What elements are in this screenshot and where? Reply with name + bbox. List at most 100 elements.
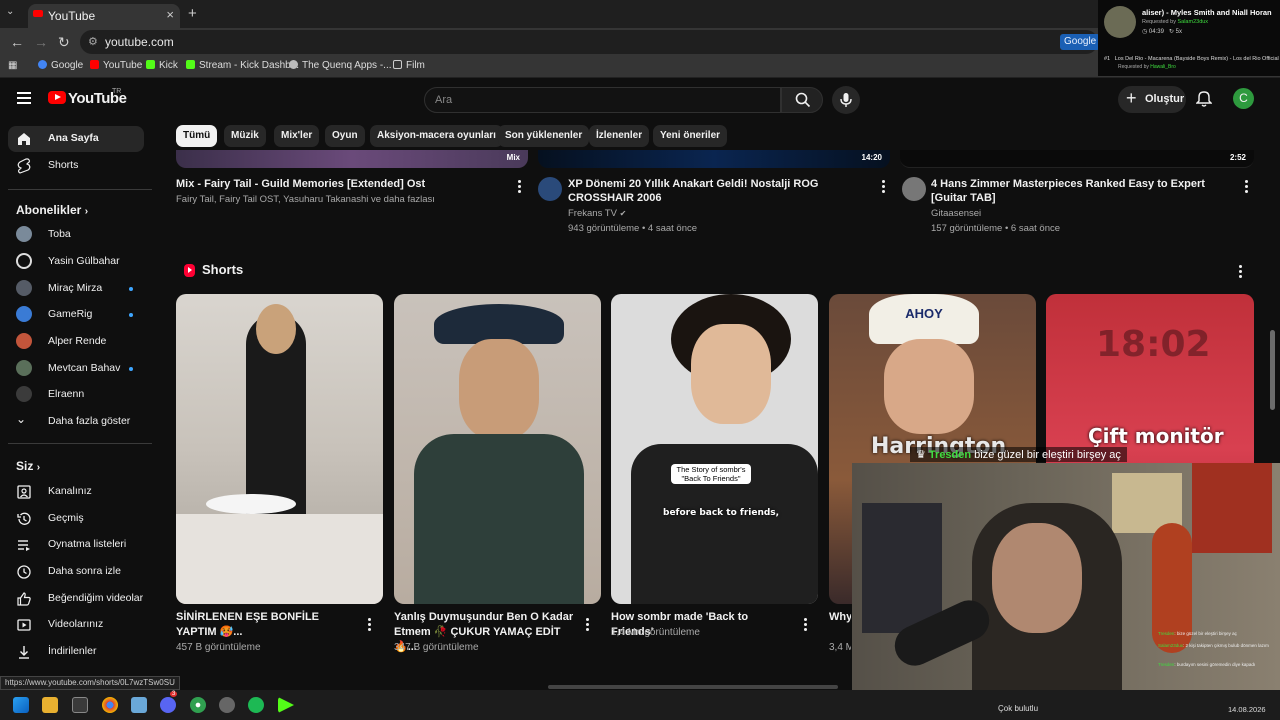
short-thumbnail[interactable] xyxy=(394,294,601,604)
quenq-icon xyxy=(289,60,298,69)
sidebar-sub-toba[interactable]: Toba xyxy=(8,222,144,248)
home-icon xyxy=(18,133,30,145)
browser-tab-youtube[interactable]: YouTube × xyxy=(28,4,180,28)
sidebar-item-watch-later[interactable]: Daha sonra izle xyxy=(8,559,144,585)
search-button[interactable] xyxy=(781,87,823,113)
channel-avatar[interactable] xyxy=(538,177,562,201)
shorts-menu-icon[interactable] xyxy=(1239,265,1243,280)
menu-icon[interactable] xyxy=(17,92,31,104)
video-thumbnail[interactable]: 14:20 xyxy=(538,150,890,168)
short-title[interactable]: Why xyxy=(829,610,851,625)
chip-new-to-you[interactable]: Yeni öneriler xyxy=(653,125,728,147)
chip-recently-uploaded[interactable]: Son yüklenenler xyxy=(498,125,590,147)
sidebar-sub-yasin[interactable]: Yasin Gülbahar xyxy=(8,249,144,275)
bookmark-google[interactable]: Google xyxy=(38,60,83,71)
windows-start-icon[interactable] xyxy=(13,697,29,713)
store-icon[interactable] xyxy=(72,697,88,713)
video-title[interactable]: 4 Hans Zimmer Masterpieces Ranked Easy t… xyxy=(931,177,1231,205)
chip-action-adventure[interactable]: Aksiyon-macera oyunları xyxy=(370,125,503,147)
sidebar-sub-gamerig[interactable]: GameRig xyxy=(8,302,144,328)
video-channel[interactable]: Gitaasensei xyxy=(931,208,981,219)
sidebar-item-label: İndirilenler xyxy=(48,645,97,657)
site-info-icon[interactable]: ⚙ xyxy=(88,35,98,48)
chip-music[interactable]: Müzik xyxy=(224,125,266,147)
video-icon xyxy=(17,619,31,631)
account-avatar[interactable]: C xyxy=(1233,88,1254,109)
new-content-dot xyxy=(129,367,133,371)
bookmark-folder-film[interactable]: Film xyxy=(393,60,425,71)
country-code: TR xyxy=(112,88,122,95)
video-menu-icon[interactable] xyxy=(882,180,886,195)
chip-mixes[interactable]: Mix'ler xyxy=(274,125,320,147)
spotify-icon[interactable] xyxy=(248,697,264,713)
taskbar-date[interactable]: 14.08.2026 xyxy=(1228,705,1266,714)
video-menu-icon[interactable] xyxy=(1245,180,1249,195)
short-menu-icon[interactable] xyxy=(804,618,808,633)
video-title[interactable]: Mix - Fairy Tail - Guild Memories [Exten… xyxy=(176,177,496,191)
video-menu-icon[interactable] xyxy=(518,180,522,195)
obs-icon[interactable] xyxy=(219,697,235,713)
voice-search-button[interactable] xyxy=(832,86,860,114)
sidebar-item-shorts[interactable]: Shorts xyxy=(8,153,144,179)
create-button[interactable]: + Oluştur xyxy=(1118,86,1186,113)
subscriptions-heading[interactable]: Abonelikler › xyxy=(16,203,88,217)
bookmark-youtube[interactable]: YouTube xyxy=(90,60,142,71)
video-thumbnail[interactable]: Mix xyxy=(176,150,528,168)
bookmark-quenq[interactable]: The Quenq Apps -... xyxy=(289,60,392,71)
sidebar-item-downloads[interactable]: İndirilenler xyxy=(8,639,144,665)
search-input[interactable]: Ara xyxy=(424,87,781,113)
page-scrollbar[interactable] xyxy=(1270,330,1275,410)
kick-app-icon[interactable] xyxy=(278,697,294,713)
tab-search-icon[interactable]: ⌄ xyxy=(6,6,14,17)
sidebar-show-more[interactable]: ⌄ Daha fazla göster xyxy=(8,409,144,435)
sidebar-item-your-videos[interactable]: Videolarınız xyxy=(8,612,144,638)
chat-text: burdayım sesini göremedin diye kapadı xyxy=(1176,662,1256,667)
file-explorer-icon[interactable] xyxy=(42,697,58,713)
chrome-icon[interactable] xyxy=(102,697,118,713)
horizontal-scrollbar[interactable] xyxy=(548,685,838,689)
short-thumbnail[interactable] xyxy=(176,294,383,604)
chat-user: Tresden xyxy=(928,449,972,461)
channel-avatar[interactable] xyxy=(902,177,926,201)
sidebar-item-playlists[interactable]: Oynatma listeleri xyxy=(8,532,144,558)
notifications-bell-icon[interactable] xyxy=(1196,89,1212,107)
omnibox[interactable]: ⚙ youtube.com xyxy=(80,30,1098,54)
reload-icon[interactable]: ↻ xyxy=(58,34,70,51)
tab-close-icon[interactable]: × xyxy=(166,7,174,22)
google-lens-button[interactable]: Google xyxy=(1060,34,1100,50)
chip-gaming[interactable]: Oyun xyxy=(325,125,365,147)
chat-text: bize güzel bir eleştiri birşey aç xyxy=(974,449,1121,461)
sidebar-item-history[interactable]: Geçmiş xyxy=(8,506,144,532)
sidebar-sub-mevtcan[interactable]: Mevtcan Bahav xyxy=(8,356,144,382)
youtube-logo-icon[interactable] xyxy=(48,91,66,104)
sidebar-sub-alper[interactable]: Alper Rende xyxy=(8,329,144,355)
discord-icon[interactable]: 3 xyxy=(160,691,178,713)
short-menu-icon[interactable] xyxy=(368,618,372,633)
new-tab-button[interactable]: + xyxy=(188,5,197,22)
forward-icon[interactable]: → xyxy=(34,34,48,50)
short-views: 1,4 Mn görüntüleme xyxy=(611,627,700,638)
back-icon[interactable]: ← xyxy=(10,34,24,50)
browser-icon[interactable] xyxy=(190,697,206,713)
sidebar-sub-elraenn[interactable]: Elraenn xyxy=(8,382,144,408)
bookmark-kick[interactable]: Kick xyxy=(146,60,178,71)
apps-icon[interactable]: ▦ xyxy=(8,60,17,71)
chip-all[interactable]: Tümü xyxy=(176,125,218,147)
bookmark-label: Stream - Kick Dashb... xyxy=(199,60,300,71)
sidebar-sub-mirac[interactable]: Miraç Mirza xyxy=(8,276,144,302)
video-title[interactable]: XP Dönemi 20 Yıllık Anakart Geldi! Nosta… xyxy=(568,177,868,205)
sidebar-item-liked[interactable]: Beğendiğim videolar xyxy=(8,586,144,612)
bookmark-kick-dashboard[interactable]: Stream - Kick Dashb... xyxy=(186,60,299,71)
weather-text[interactable]: Çok bulutlu xyxy=(998,704,1038,713)
you-heading[interactable]: Siz › xyxy=(16,459,40,473)
short-thumbnail[interactable]: The Story of sombr's "Back To Friends" be… xyxy=(611,294,818,604)
short-title[interactable]: SİNİRLENEN EŞE BONFİLE YAPTIM 🥵... xyxy=(176,610,356,640)
short-menu-icon[interactable] xyxy=(586,618,590,633)
video-channel[interactable]: Fairy Tail, Fairy Tail OST, Yasuharu Tak… xyxy=(176,194,435,205)
video-channel[interactable]: Frekans TV ✔ xyxy=(568,208,626,219)
sidebar-item-home[interactable]: Ana Sayfa xyxy=(8,126,144,152)
sidebar-item-channel[interactable]: Kanalınız xyxy=(8,479,144,505)
app-icon[interactable] xyxy=(131,697,147,713)
video-thumbnail[interactable]: 2:52 xyxy=(900,150,1254,168)
chip-watched[interactable]: İzlenenler xyxy=(589,125,650,147)
